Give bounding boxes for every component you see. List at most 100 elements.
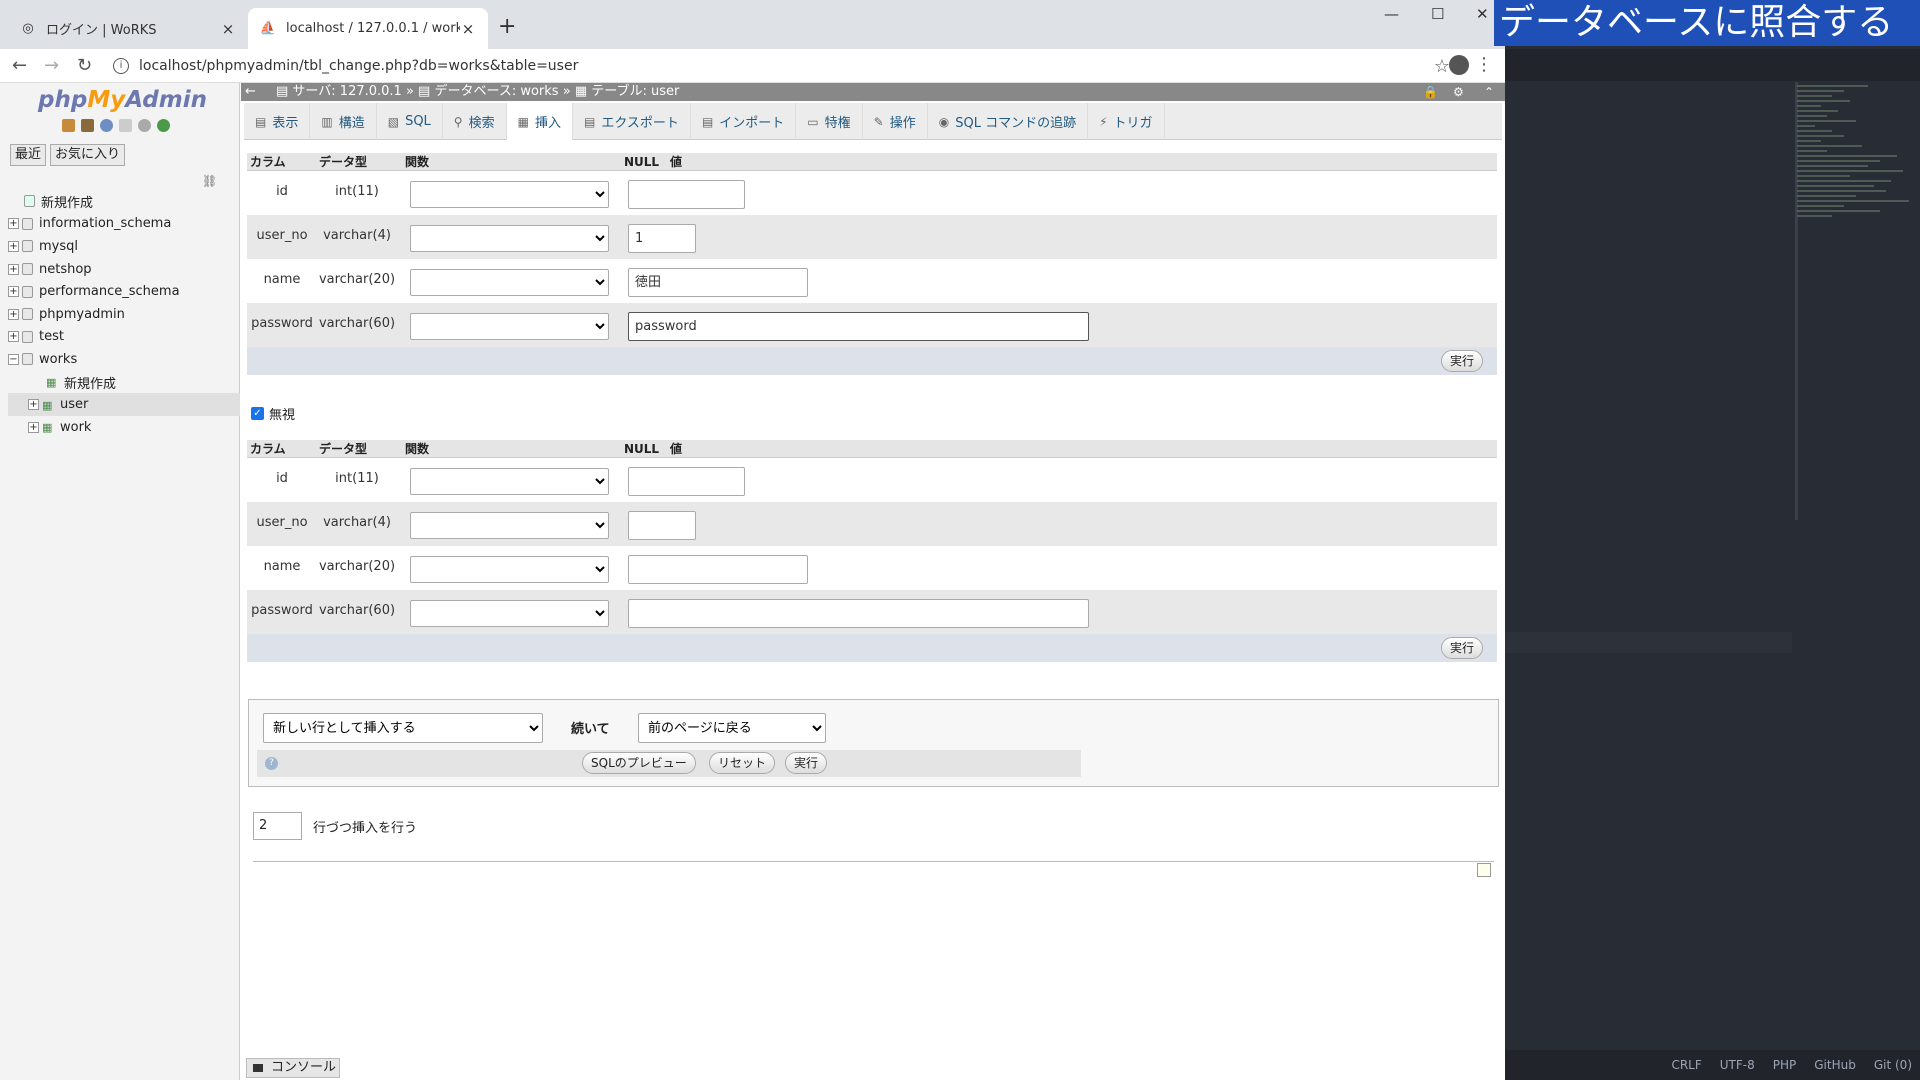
- breadcrumb-table[interactable]: テーブル: user: [591, 84, 679, 99]
- value-input-user-no[interactable]: [628, 511, 696, 540]
- tree-item-table-work[interactable]: + ▦ work: [8, 416, 240, 439]
- settings-gear-icon[interactable]: [138, 119, 151, 132]
- function-select[interactable]: [410, 225, 609, 252]
- tree-item-db[interactable]: + test: [8, 326, 240, 349]
- github-status[interactable]: GitHub: [1814, 1058, 1856, 1072]
- breadcrumb-server[interactable]: サーバ: 127.0.0.1: [292, 84, 401, 99]
- database-icon: [22, 330, 33, 343]
- value-input-id[interactable]: [628, 180, 745, 209]
- menu-dots-icon[interactable]: ⋮: [1475, 54, 1493, 75]
- editor-minimap[interactable]: [1797, 82, 1915, 362]
- submit-button[interactable]: 実行: [1440, 350, 1483, 372]
- insert-mode-select[interactable]: 新しい行として挿入する: [263, 713, 543, 743]
- settings-gear-icon[interactable]: ⚙: [1453, 83, 1464, 101]
- tab-sql[interactable]: ▧ SQL: [377, 103, 443, 140]
- expand-icon[interactable]: +: [28, 421, 39, 433]
- sql-preview-button[interactable]: SQLのプレビュー: [582, 752, 696, 774]
- tab-export[interactable]: ▤ エクスポート: [573, 103, 691, 140]
- tab-favorites[interactable]: お気に入り: [50, 144, 126, 166]
- close-tab-icon[interactable]: ×: [220, 20, 236, 38]
- reset-button[interactable]: リセット: [709, 752, 776, 774]
- minimize-icon[interactable]: —: [1384, 5, 1399, 23]
- function-select[interactable]: [410, 512, 609, 539]
- forward-icon[interactable]: →: [44, 55, 59, 76]
- tab-browse[interactable]: ▤ 表示: [244, 103, 311, 140]
- function-select[interactable]: [410, 468, 609, 495]
- encoding-status[interactable]: UTF-8: [1720, 1058, 1755, 1072]
- docs-icon[interactable]: [119, 119, 132, 132]
- expand-icon[interactable]: +: [8, 240, 19, 252]
- collapse-icon[interactable]: −: [8, 353, 19, 365]
- function-select[interactable]: [410, 313, 609, 340]
- ignore-checkbox-row[interactable]: ✓ 無視: [251, 404, 295, 423]
- line-ending-status[interactable]: CRLF: [1671, 1058, 1701, 1072]
- expand-icon[interactable]: +: [8, 263, 19, 275]
- submit-button[interactable]: 実行: [1440, 637, 1483, 659]
- insert-rows-count-input[interactable]: 2: [253, 812, 302, 840]
- back-icon[interactable]: ←: [12, 55, 27, 76]
- close-window-icon[interactable]: ✕: [1476, 5, 1489, 23]
- value-input-name[interactable]: [628, 555, 808, 584]
- tab-tracking[interactable]: ◉ SQL コマンドの追跡: [928, 103, 1089, 140]
- collapse-top-icon[interactable]: ⌃: [1484, 83, 1494, 101]
- url-field[interactable]: i localhost/phpmyadmin/tbl_change.php?db…: [113, 52, 1478, 80]
- function-select[interactable]: [410, 600, 609, 627]
- tree-item-db[interactable]: + performance_schema: [8, 280, 240, 303]
- browser-tab-login[interactable]: ◎ ログイン | WoRKS ×: [8, 8, 248, 49]
- home-icon[interactable]: [62, 119, 75, 132]
- tab-insert[interactable]: ▦ 挿入: [506, 103, 573, 140]
- value-input-id[interactable]: [628, 467, 745, 496]
- tab-operations[interactable]: ✎ 操作: [863, 103, 928, 140]
- tree-item-db[interactable]: + phpmyadmin: [8, 303, 240, 326]
- reload-icon[interactable]: ↻: [77, 55, 92, 76]
- function-select[interactable]: [410, 556, 609, 583]
- reload-nav-icon[interactable]: [157, 119, 170, 132]
- tab-structure[interactable]: ▥ 構造: [310, 103, 377, 140]
- value-input-name[interactable]: 徳田: [628, 268, 808, 297]
- value-input-user-no[interactable]: 1: [628, 224, 696, 253]
- breadcrumb-database[interactable]: データベース: works: [434, 84, 558, 99]
- maximize-icon[interactable]: ☐: [1431, 5, 1444, 23]
- tree-item-db[interactable]: + information_schema: [8, 213, 240, 236]
- page-settings-icon[interactable]: [1477, 863, 1491, 877]
- expand-icon[interactable]: +: [8, 331, 19, 343]
- check-icon[interactable]: ✓: [251, 407, 264, 420]
- expand-icon[interactable]: +: [28, 399, 39, 411]
- browser-tab-phpmyadmin[interactable]: ⛵ localhost / 127.0.0.1 / works / use ×: [248, 8, 488, 49]
- tree-item-db[interactable]: + mysql: [8, 235, 240, 258]
- lock-icon[interactable]: 🔒: [1423, 83, 1438, 101]
- info-icon[interactable]: i: [113, 58, 129, 74]
- tab-search[interactable]: ⚲ 検索: [443, 103, 507, 140]
- expand-icon[interactable]: +: [8, 308, 19, 320]
- profile-avatar-icon[interactable]: [1449, 55, 1469, 75]
- link-chain-icon[interactable]: ⛓: [202, 174, 217, 188]
- console-toggle[interactable]: コンソール: [246, 1058, 340, 1078]
- phpmyadmin-logo[interactable]: phpMyAdmin: [38, 87, 207, 113]
- function-select[interactable]: [410, 181, 609, 208]
- grammar-status[interactable]: PHP: [1773, 1058, 1797, 1072]
- expand-icon[interactable]: +: [8, 218, 19, 230]
- tree-item-db[interactable]: + netshop: [8, 258, 240, 281]
- new-tab-button[interactable]: +: [498, 14, 516, 39]
- expand-icon[interactable]: +: [8, 286, 19, 298]
- collapse-nav-icon[interactable]: ←: [245, 83, 256, 101]
- go-button[interactable]: 実行: [785, 752, 828, 774]
- tab-import[interactable]: ▤ インポート: [691, 103, 797, 140]
- bookmark-star-icon[interactable]: ☆: [1434, 56, 1450, 77]
- tab-privileges[interactable]: ▭ 特権: [796, 103, 863, 140]
- close-tab-icon[interactable]: ×: [460, 20, 476, 38]
- value-input-password[interactable]: password: [628, 312, 1089, 341]
- help-icon[interactable]: ?: [265, 757, 278, 770]
- tree-item-new-table[interactable]: ▦ 新規作成: [8, 371, 240, 394]
- git-status[interactable]: Git (0): [1874, 1058, 1912, 1072]
- tree-item-db-works[interactable]: − works: [8, 348, 240, 371]
- logout-icon[interactable]: [81, 119, 94, 132]
- tab-recent[interactable]: 最近: [10, 144, 47, 166]
- tree-item-table-user[interactable]: + ▦ user: [8, 393, 240, 416]
- value-input-password[interactable]: [628, 599, 1089, 628]
- after-insert-select[interactable]: 前のページに戻る: [638, 713, 826, 743]
- tab-triggers[interactable]: ⚡ トリガ: [1088, 103, 1165, 140]
- help-icon[interactable]: [100, 119, 113, 132]
- function-select[interactable]: [410, 269, 609, 296]
- tree-item-new[interactable]: 新規作成: [8, 190, 240, 213]
